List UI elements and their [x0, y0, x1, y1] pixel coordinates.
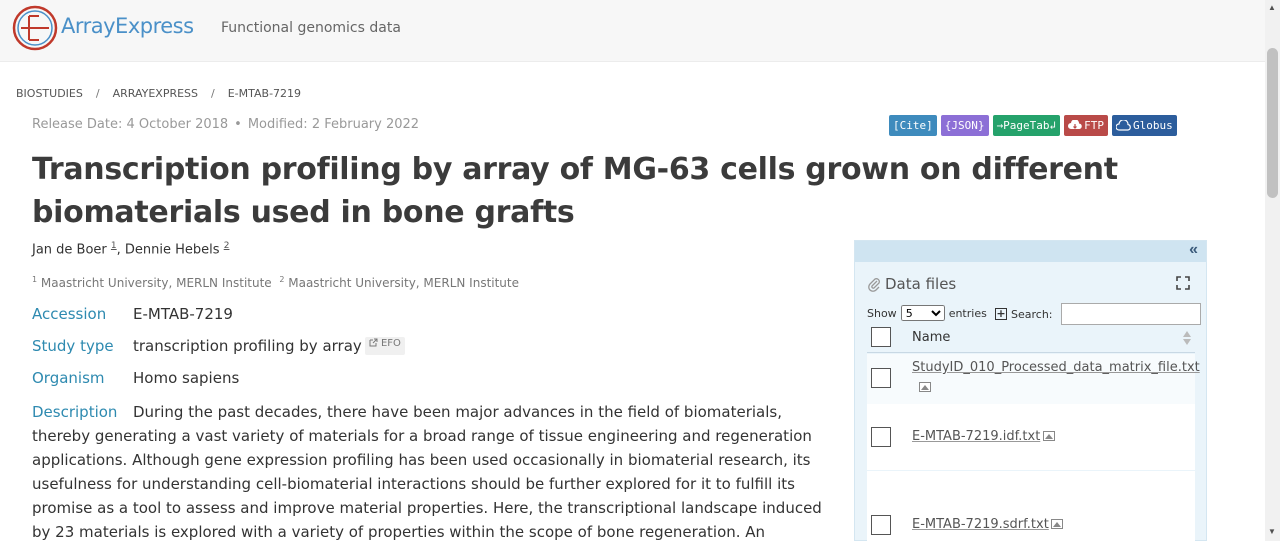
- ftp-label: FTP: [1084, 119, 1104, 132]
- efo-label: EFO: [380, 338, 401, 349]
- cite-button[interactable]: [Cite]: [889, 115, 937, 136]
- table-header: Name: [867, 325, 1195, 353]
- affiliation-number: 1: [32, 275, 38, 284]
- column-name-header[interactable]: Name: [912, 330, 950, 345]
- affiliation-number: 2: [279, 275, 285, 284]
- panel-header-bar: «: [855, 241, 1206, 262]
- modified-date: Modified: 2 February 2022: [247, 117, 420, 132]
- organism-row: Organism Homo sapiens: [32, 369, 239, 387]
- author-affiliation-link[interactable]: 2: [224, 241, 230, 251]
- accession-row: Accession E-MTAB-7219: [32, 305, 233, 323]
- cloud-download-icon: [1068, 120, 1082, 129]
- breadcrumb-separator: /: [211, 87, 215, 100]
- globus-cloud-icon: [1115, 119, 1131, 131]
- accession-label: Accession: [32, 305, 107, 323]
- json-button[interactable]: {JSON}: [940, 115, 989, 136]
- add-column-icon[interactable]: +: [995, 308, 1007, 320]
- globus-label: Globus: [1132, 119, 1173, 132]
- table-row[interactable]: StudyID_010_Processed_data_matrix_file.t…: [867, 354, 1200, 404]
- image-preview-icon[interactable]: [1043, 431, 1055, 441]
- accession-value: E-MTAB-7219: [133, 305, 233, 323]
- fullscreen-icon[interactable]: [1176, 276, 1190, 290]
- data-files-title-text: Data files: [885, 275, 957, 293]
- study-type-value: transcription profiling by array: [133, 337, 362, 355]
- page-size-control: Show 5 entries: [867, 305, 987, 321]
- logo-text[interactable]: ArrayExpress: [61, 14, 194, 38]
- breadcrumb: BIOSTUDIES / ARRAYEXPRESS / E-MTAB-7219: [16, 87, 301, 100]
- table-row[interactable]: E-MTAB-7219.idf.txt: [867, 404, 1195, 470]
- arrayexpress-logo-icon[interactable]: [11, 4, 59, 52]
- release-date: Release Date: 4 October 2018: [32, 117, 229, 132]
- pagetab-button[interactable]: →PageTab↲: [992, 115, 1061, 136]
- author-list: Jan de Boer 1, Dennie Hebels 2: [32, 241, 229, 257]
- breadcrumb-biostudies[interactable]: BIOSTUDIES: [16, 87, 83, 100]
- study-type-label: Study type: [32, 337, 114, 355]
- efo-link[interactable]: EFO: [364, 337, 405, 355]
- description-block: Description During the past decades, ther…: [32, 400, 842, 541]
- file-link[interactable]: E-MTAB-7219.sdrf.txt: [912, 517, 1049, 532]
- row-checkbox[interactable]: [871, 368, 891, 388]
- page-title: Transcription profiling by array of MG-6…: [32, 152, 1118, 230]
- scroll-up-arrow-icon[interactable]: ▲: [1268, 3, 1276, 12]
- action-badges: [Cite] {JSON} →PageTab↲ FTP Globus: [889, 115, 1177, 136]
- row-checkbox[interactable]: [871, 515, 891, 535]
- entries-label: entries: [948, 306, 987, 320]
- breadcrumb-arrayexpress[interactable]: ARRAYEXPRESS: [113, 87, 198, 100]
- external-link-icon: [369, 338, 378, 347]
- show-label: Show: [867, 306, 897, 320]
- scrollbar-thumb[interactable]: [1267, 48, 1278, 198]
- description-label: Description: [32, 403, 118, 421]
- json-label: {JSON}: [944, 119, 985, 132]
- affiliation-list: 1 Maastricht University, MERLN Institute…: [32, 275, 519, 290]
- cite-label: [Cite]: [893, 119, 933, 132]
- globus-button[interactable]: Globus: [1111, 115, 1177, 136]
- sort-icon[interactable]: [1183, 330, 1191, 346]
- table-row[interactable]: E-MTAB-7219.sdrf.txt: [867, 471, 1195, 541]
- scroll-down-arrow-icon[interactable]: ▼: [1268, 527, 1276, 536]
- collapse-panel-icon[interactable]: «: [1189, 241, 1198, 259]
- image-preview-icon[interactable]: [919, 382, 931, 392]
- row-checkbox[interactable]: [871, 427, 891, 447]
- data-files-title: Data files: [867, 275, 956, 293]
- select-all-checkbox[interactable]: [871, 327, 891, 347]
- search-control: + Search:: [995, 303, 1201, 325]
- image-preview-icon[interactable]: [1051, 519, 1063, 529]
- breadcrumb-separator: /: [95, 87, 100, 100]
- pagetab-label: →PageTab↲: [996, 119, 1057, 132]
- site-tagline: Functional genomics data: [221, 20, 401, 36]
- search-input[interactable]: [1060, 303, 1201, 325]
- author-name: Dennie Hebels: [124, 242, 220, 258]
- file-link[interactable]: E-MTAB-7219.idf.txt: [912, 429, 1040, 444]
- organism-label: Organism: [32, 369, 105, 387]
- description-text: During the past decades, there have been…: [32, 403, 822, 541]
- study-type-row: Study type transcription profiling by ar…: [32, 337, 405, 355]
- affiliation-name: Maastricht University, MERLN Institute: [288, 276, 520, 290]
- search-label: Search:: [1011, 307, 1053, 321]
- file-link[interactable]: StudyID_010_Processed_data_matrix_file.t…: [912, 360, 1200, 375]
- data-files-panel: « Data files Show 5 entries + Search: Na…: [854, 240, 1207, 541]
- paperclip-icon: [868, 278, 880, 292]
- affiliation-name: Maastricht University, MERLN Institute: [40, 276, 272, 290]
- entries-select[interactable]: 5: [900, 305, 945, 321]
- date-separator: •: [234, 117, 242, 132]
- breadcrumb-current: E-MTAB-7219: [227, 87, 302, 100]
- author-name: Jan de Boer: [32, 242, 107, 258]
- organism-value: Homo sapiens: [133, 369, 240, 387]
- author-separator: ,: [116, 242, 125, 258]
- ftp-button[interactable]: FTP: [1064, 115, 1108, 136]
- site-header: ArrayExpress Functional genomics data: [0, 0, 1265, 62]
- release-dates: Release Date: 4 October 2018 • Modified: 2…: [32, 117, 419, 132]
